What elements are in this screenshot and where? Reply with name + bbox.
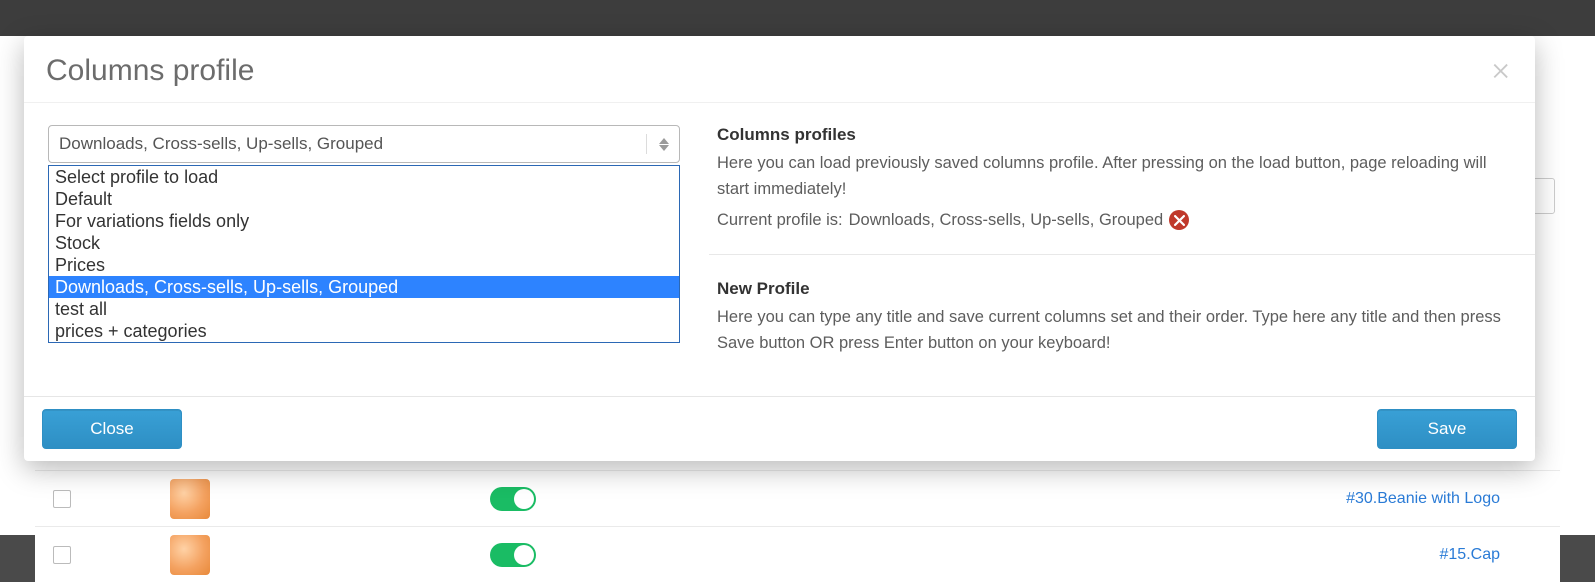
profile-option[interactable]: Select profile to load bbox=[49, 166, 679, 188]
bg-topbar bbox=[0, 0, 1595, 36]
profile-select[interactable]: Downloads, Cross-sells, Up-sells, Groupe… bbox=[48, 125, 680, 163]
product-thumb bbox=[170, 479, 210, 519]
columns-profile-modal: Columns profile Downloads, Cross-sells, … bbox=[24, 36, 1535, 461]
profile-option[interactable]: Prices bbox=[49, 254, 679, 276]
modal-title: Columns profile bbox=[46, 54, 254, 88]
modal-body: Downloads, Cross-sells, Up-sells, Groupe… bbox=[24, 102, 1535, 396]
new-profile-description: Here you can type any title and save cur… bbox=[717, 305, 1509, 356]
profiles-heading: Columns profiles bbox=[717, 125, 1509, 145]
toggle-icon bbox=[490, 543, 536, 567]
sort-arrows-icon bbox=[659, 138, 669, 151]
select-separator bbox=[646, 134, 647, 154]
profile-select-value: Downloads, Cross-sells, Up-sells, Groupe… bbox=[59, 134, 383, 154]
modal-scroll-area[interactable]: Downloads, Cross-sells, Up-sells, Groupe… bbox=[24, 103, 1535, 396]
left-column: Downloads, Cross-sells, Up-sells, Groupe… bbox=[48, 125, 708, 393]
bg-table-rows: #30.Beanie with Logo #15.Cap bbox=[35, 460, 1560, 540]
close-button[interactable]: Close bbox=[42, 409, 182, 449]
profile-option[interactable]: Stock bbox=[49, 232, 679, 254]
profile-option[interactable]: Default bbox=[49, 188, 679, 210]
product-thumb bbox=[170, 535, 210, 575]
profile-option[interactable]: For variations fields only bbox=[49, 210, 679, 232]
checkbox-icon bbox=[53, 490, 71, 508]
right-column: Columns profiles Here you can load previ… bbox=[708, 125, 1509, 393]
delete-profile-icon[interactable] bbox=[1169, 210, 1189, 230]
checkbox-icon bbox=[53, 546, 71, 564]
toggle-icon bbox=[490, 487, 536, 511]
profile-option[interactable]: test all bbox=[49, 298, 679, 320]
bg-row-label: #15.Cap bbox=[1440, 546, 1501, 564]
profile-option[interactable]: prices + categories bbox=[49, 320, 679, 342]
save-button[interactable]: Save bbox=[1377, 409, 1517, 449]
bg-row-label: #30.Beanie with Logo bbox=[1346, 490, 1500, 508]
current-profile-line: Current profile is: Downloads, Cross-sel… bbox=[717, 210, 1509, 230]
bg-row: #30.Beanie with Logo bbox=[35, 470, 1560, 526]
modal-header: Columns profile bbox=[24, 36, 1535, 102]
current-profile-value: Downloads, Cross-sells, Up-sells, Groupe… bbox=[849, 211, 1164, 230]
section-divider bbox=[709, 254, 1535, 255]
new-profile-heading: New Profile bbox=[717, 279, 1509, 299]
current-profile-prefix: Current profile is: bbox=[717, 211, 843, 230]
close-icon[interactable] bbox=[1491, 60, 1513, 82]
profile-dropdown[interactable]: Select profile to loadDefaultFor variati… bbox=[48, 165, 680, 343]
bg-row: #15.Cap bbox=[35, 526, 1560, 582]
modal-footer: Close Save bbox=[24, 396, 1535, 461]
profiles-description: Here you can load previously saved colum… bbox=[717, 151, 1509, 202]
profile-option[interactable]: Downloads, Cross-sells, Up-sells, Groupe… bbox=[49, 276, 679, 298]
